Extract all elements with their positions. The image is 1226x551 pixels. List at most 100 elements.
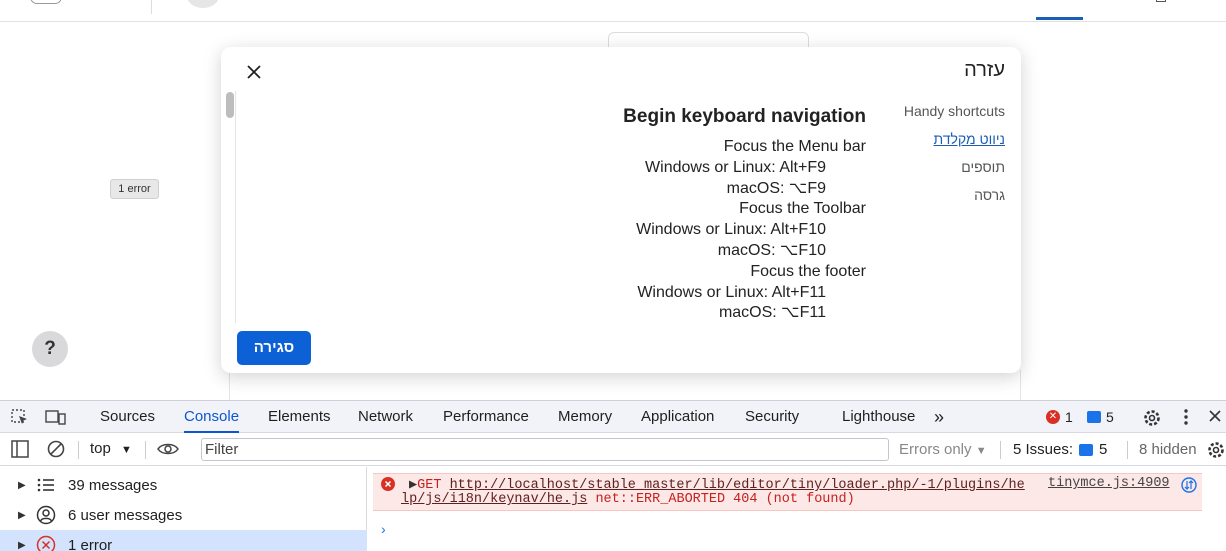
more-options-icon[interactable]: [1180, 408, 1200, 426]
close-x-glyph: [247, 65, 261, 79]
sidebar-item-label: 39 messages: [68, 476, 158, 494]
tab-elements[interactable]: Elements: [268, 401, 331, 433]
filter-input[interactable]: [201, 438, 889, 461]
nav-item-keyboard-navigation[interactable]: ניווט מקלדת: [875, 131, 1005, 147]
content-heading: Begin keyboard navigation: [623, 106, 866, 127]
close-devtools-icon[interactable]: [1208, 408, 1226, 426]
more-tabs-icon[interactable]: »: [934, 401, 944, 433]
dialog-scrollbar[interactable]: [224, 91, 236, 323]
scrollbar-thumb[interactable]: [226, 92, 234, 118]
error-text: net::ERR_ABORTED 404 (not found): [595, 492, 855, 507]
expand-arrow-icon[interactable]: ▶: [18, 540, 28, 551]
log-error-row[interactable]: ▶GET http://localhost/stable_master/lib/…: [373, 473, 1202, 511]
network-request-icon[interactable]: [1181, 477, 1197, 493]
message-icon: [1087, 411, 1101, 423]
nav-item-plugins[interactable]: תוספים: [875, 159, 1005, 175]
source-link[interactable]: tinymce.js:4909: [1048, 476, 1170, 491]
console-prompt-icon[interactable]: ›: [381, 521, 386, 537]
tab-application[interactable]: Application: [641, 401, 714, 433]
shortcut-line: Focus the Toolbar: [739, 200, 866, 218]
expand-arrow-icon[interactable]: ▶: [18, 510, 28, 521]
error-icon: ✕: [1046, 410, 1060, 424]
message-counter[interactable]: 5: [1087, 408, 1114, 426]
devtools-tab-bar: Sources Console Elements Network Perform…: [0, 400, 1226, 433]
error-counter[interactable]: ✕ 1: [1046, 408, 1073, 426]
console-log: ▶GET http://localhost/stable_master/lib/…: [367, 467, 1226, 551]
log-line-1: ▶GET http://localhost/stable_master/lib/…: [409, 476, 1025, 493]
dialog-nav: Handy shortcuts ניווט מקלדת תוספים גרסה: [875, 103, 1005, 215]
inspect-element-icon[interactable]: [10, 408, 30, 426]
gear-icon[interactable]: [1142, 408, 1162, 426]
tab-memory[interactable]: Memory: [558, 401, 612, 433]
tab-sources[interactable]: Sources: [100, 401, 155, 433]
shortcut-line: Windows or Linux: Alt+F9: [645, 158, 826, 176]
divider: [151, 0, 152, 14]
shortcut-line: Windows or Linux: Alt+F11: [637, 283, 826, 301]
tab-lighthouse[interactable]: Lighthouse: [842, 401, 915, 433]
sidebar-item-messages[interactable]: ▶ 39 messages: [0, 470, 367, 500]
request-url-link[interactable]: http://localhost/stable_master/lib/edito…: [450, 478, 1025, 493]
list-icon: [37, 478, 54, 492]
error-icon: [36, 535, 56, 551]
close-x-glyph: [1209, 410, 1221, 422]
caret-down-icon: ▼: [975, 445, 987, 457]
issues-button[interactable]: 5 Issues: 5: [1013, 441, 1107, 458]
user-icon: [36, 505, 56, 525]
expand-arrow-icon[interactable]: ▶: [18, 480, 28, 491]
log-level-selector[interactable]: Errors only ▼: [899, 441, 987, 458]
sidebar-toggle-icon[interactable]: [10, 440, 30, 458]
gear-glyph: [1144, 410, 1160, 426]
dialog-title: עזרה: [964, 59, 1005, 81]
log-line-2: lp/js/i18n/keynav/he.js net::ERR_ABORTED…: [401, 492, 855, 507]
divider: [145, 441, 146, 459]
shortcut-line: Focus the Menu bar: [723, 138, 866, 155]
help-dialog: עזרה Handy shortcuts ניווט מקלדת תוספים …: [221, 47, 1021, 373]
kebab-glyph: [1184, 409, 1188, 425]
expand-arrow-icon[interactable]: ▶: [409, 478, 417, 493]
tab-security[interactable]: Security: [745, 401, 799, 433]
eye-glyph: [157, 443, 179, 455]
dialog-content: Begin keyboard navigation Focus the Menu…: [241, 91, 866, 323]
shortcut-line: Focus the footer: [750, 262, 866, 280]
help-button[interactable]: ?: [32, 331, 68, 367]
clear-console-icon[interactable]: [46, 440, 66, 458]
http-method: GET: [417, 478, 442, 493]
divider: [78, 441, 79, 459]
console-settings-gear-icon[interactable]: [1206, 440, 1226, 458]
device-glyph: [45, 410, 66, 425]
tab-console[interactable]: Console: [184, 401, 240, 433]
request-url-link-cont[interactable]: lp/js/i18n/keynav/he.js: [401, 492, 587, 507]
nav-item-version[interactable]: גרסה: [875, 187, 1005, 203]
close-button[interactable]: סגירה: [237, 331, 311, 365]
device-toolbar-icon[interactable]: [45, 408, 66, 426]
close-icon[interactable]: [243, 61, 265, 83]
sidebar-glyph: [11, 440, 29, 458]
console-sidebar: ▶ 39 messages ▶ 6 user messages ▶ 1 erro…: [0, 467, 367, 551]
avatar[interactable]: [187, 0, 219, 8]
context-value: top: [90, 440, 111, 457]
shortcut-line: macOS: ⌥F10: [717, 241, 826, 259]
tab-performance[interactable]: Performance: [443, 401, 529, 433]
page-icon[interactable]: [1156, 0, 1166, 2]
hidden-count: 8 hidden: [1139, 441, 1197, 458]
sidebar-item-label: 6 user messages: [68, 506, 183, 524]
sidebar-item-errors[interactable]: ▶ 1 error: [0, 530, 367, 551]
error-icon: [381, 477, 395, 491]
shortcut-line: macOS: ⌥F11: [718, 304, 826, 322]
inspect-glyph: [11, 409, 27, 424]
caret-down-icon: ▼: [121, 444, 132, 456]
message-count: 5: [1106, 409, 1114, 425]
tab-network[interactable]: Network: [358, 401, 413, 433]
nav-item-handy-shortcuts[interactable]: Handy shortcuts: [875, 103, 1005, 119]
error-badge[interactable]: 1 error: [110, 179, 159, 199]
sidebar-item-label: 1 error: [68, 536, 113, 551]
eye-icon[interactable]: [157, 440, 179, 458]
divider: [1127, 441, 1128, 459]
toggle-control[interactable]: [30, 0, 62, 4]
divider: [1000, 441, 1001, 459]
shortcut-line: macOS: ⌥F9: [726, 179, 826, 197]
sidebar-item-user-messages[interactable]: ▶ 6 user messages: [0, 500, 367, 530]
active-tab-indicator: [1036, 17, 1083, 20]
context-selector[interactable]: top ▼: [90, 440, 132, 457]
issues-count: 5: [1099, 441, 1108, 458]
